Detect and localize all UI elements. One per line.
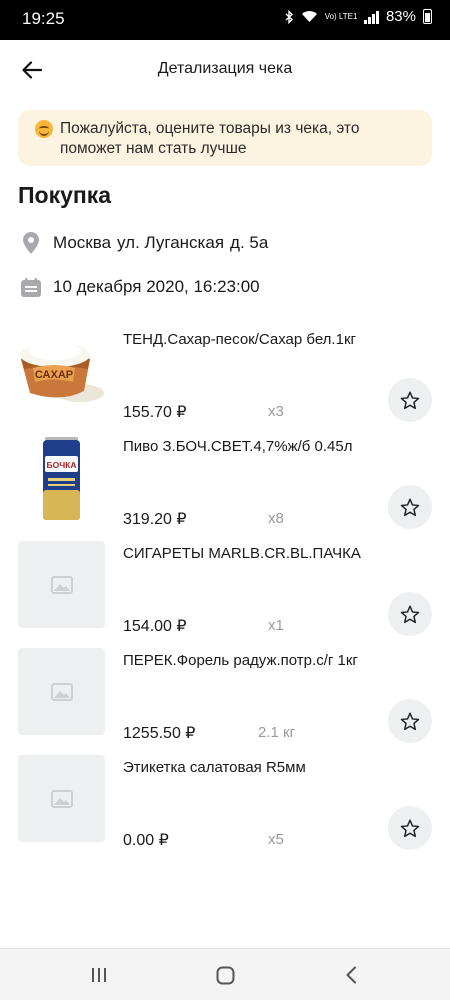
item-name: СИГАРЕТЫ MARLB.CR.BL.ПАЧКА xyxy=(123,545,361,562)
product-image-sugar: САХАР xyxy=(18,327,105,414)
star-outline-icon xyxy=(400,711,420,730)
page-title: Детализация чека xyxy=(157,60,293,77)
system-back-button[interactable] xyxy=(339,963,363,987)
chevron-left-icon xyxy=(346,966,356,984)
item-name: ПЕРЕК.Форель радуж.потр.с/г 1кг xyxy=(123,652,358,669)
item-quantity: x1 xyxy=(268,617,284,634)
star-outline-icon xyxy=(400,604,420,623)
item-name: Этикетка салатовая R5мм xyxy=(123,759,306,776)
location-pin-icon xyxy=(18,230,44,256)
receipt-item[interactable]: БОЧКА Пиво З.БОЧ.СВЕТ.4,7%ж/б 0.45л 319.… xyxy=(18,434,432,541)
rate-star-button[interactable] xyxy=(388,592,432,636)
item-name: Пиво З.БОЧ.СВЕТ.4,7%ж/б 0.45л xyxy=(123,438,353,455)
wifi-icon xyxy=(301,11,317,22)
image-placeholder-icon xyxy=(50,789,73,808)
item-price: 0.00 ₽ xyxy=(123,832,169,849)
rate-items-banner[interactable]: Пожалуйста, оцените товары из чека, это … xyxy=(18,110,432,166)
network-label: Vo) LTE1 xyxy=(324,11,358,21)
item-name: ТЕНД.Сахар-песок/Сахар бел.1кг xyxy=(123,331,356,348)
home-icon xyxy=(216,966,234,984)
address-house: д. 5а xyxy=(230,233,269,252)
image-placeholder-icon xyxy=(50,682,73,701)
item-price: 154.00 ₽ xyxy=(123,618,187,635)
address-city: Москва xyxy=(53,233,112,252)
datetime-text: 10 декабря 2020, 16:23:00 xyxy=(53,277,260,296)
item-price: 1255.50 ₽ xyxy=(123,725,196,742)
product-image-placeholder xyxy=(18,755,105,842)
star-outline-icon xyxy=(400,390,420,409)
smile-emoji-icon xyxy=(35,120,53,138)
receipt-item[interactable]: СИГАРЕТЫ MARLB.CR.BL.ПАЧКА 154.00 ₽ x1 xyxy=(18,541,432,648)
bluetooth-icon xyxy=(285,9,293,24)
status-time: 19:25 xyxy=(22,9,65,28)
home-button[interactable] xyxy=(213,963,237,987)
product-image-placeholder xyxy=(18,541,105,628)
purchase-datetime: 10 декабря 2020, 16:23:00 xyxy=(18,274,260,300)
signal-icon xyxy=(364,10,379,24)
battery-percent: 83% xyxy=(385,8,416,25)
item-quantity: x3 xyxy=(268,403,284,420)
item-quantity: x5 xyxy=(268,831,284,848)
star-outline-icon xyxy=(400,497,420,516)
product-image-beer: БОЧКА xyxy=(18,434,105,521)
rate-star-button[interactable] xyxy=(388,378,432,422)
system-nav-bar xyxy=(0,948,450,1000)
beer-label: БОЧКА xyxy=(46,460,76,470)
receipt-item[interactable]: ПЕРЕК.Форель радуж.потр.с/г 1кг 1255.50 … xyxy=(18,648,432,755)
item-quantity: x8 xyxy=(268,510,284,527)
receipt-item[interactable]: САХАР ТЕНД.Сахар-песок/Сахар бел.1кг 155… xyxy=(18,327,432,434)
rate-star-button[interactable] xyxy=(388,699,432,743)
status-bar: 19:25 Vo) LTE1 83% xyxy=(0,0,450,40)
product-image-placeholder xyxy=(18,648,105,735)
item-price: 155.70 ₽ xyxy=(123,404,187,421)
star-outline-icon xyxy=(400,818,420,837)
recent-apps-button[interactable] xyxy=(87,963,111,987)
item-quantity: 2.1 кг xyxy=(258,724,296,741)
rate-star-button[interactable] xyxy=(388,806,432,850)
receipt-item[interactable]: Этикетка салатовая R5мм 0.00 ₽ x5 xyxy=(18,755,432,862)
calendar-icon xyxy=(18,274,44,300)
recent-apps-icon xyxy=(92,968,106,982)
battery-icon xyxy=(423,9,432,24)
banner-text: Пожалуйста, оцените товары из чека, это … xyxy=(60,120,360,157)
address-street: ул. Луганская xyxy=(117,233,225,252)
sugar-label: САХАР xyxy=(35,369,73,381)
store-address: Москва ул. Луганская д. 5а xyxy=(18,230,268,256)
section-title: Покупка xyxy=(18,182,112,208)
app-header: Детализация чека xyxy=(0,40,450,102)
rate-star-button[interactable] xyxy=(388,485,432,529)
image-placeholder-icon xyxy=(50,575,73,594)
item-price: 319.20 ₽ xyxy=(123,511,187,528)
